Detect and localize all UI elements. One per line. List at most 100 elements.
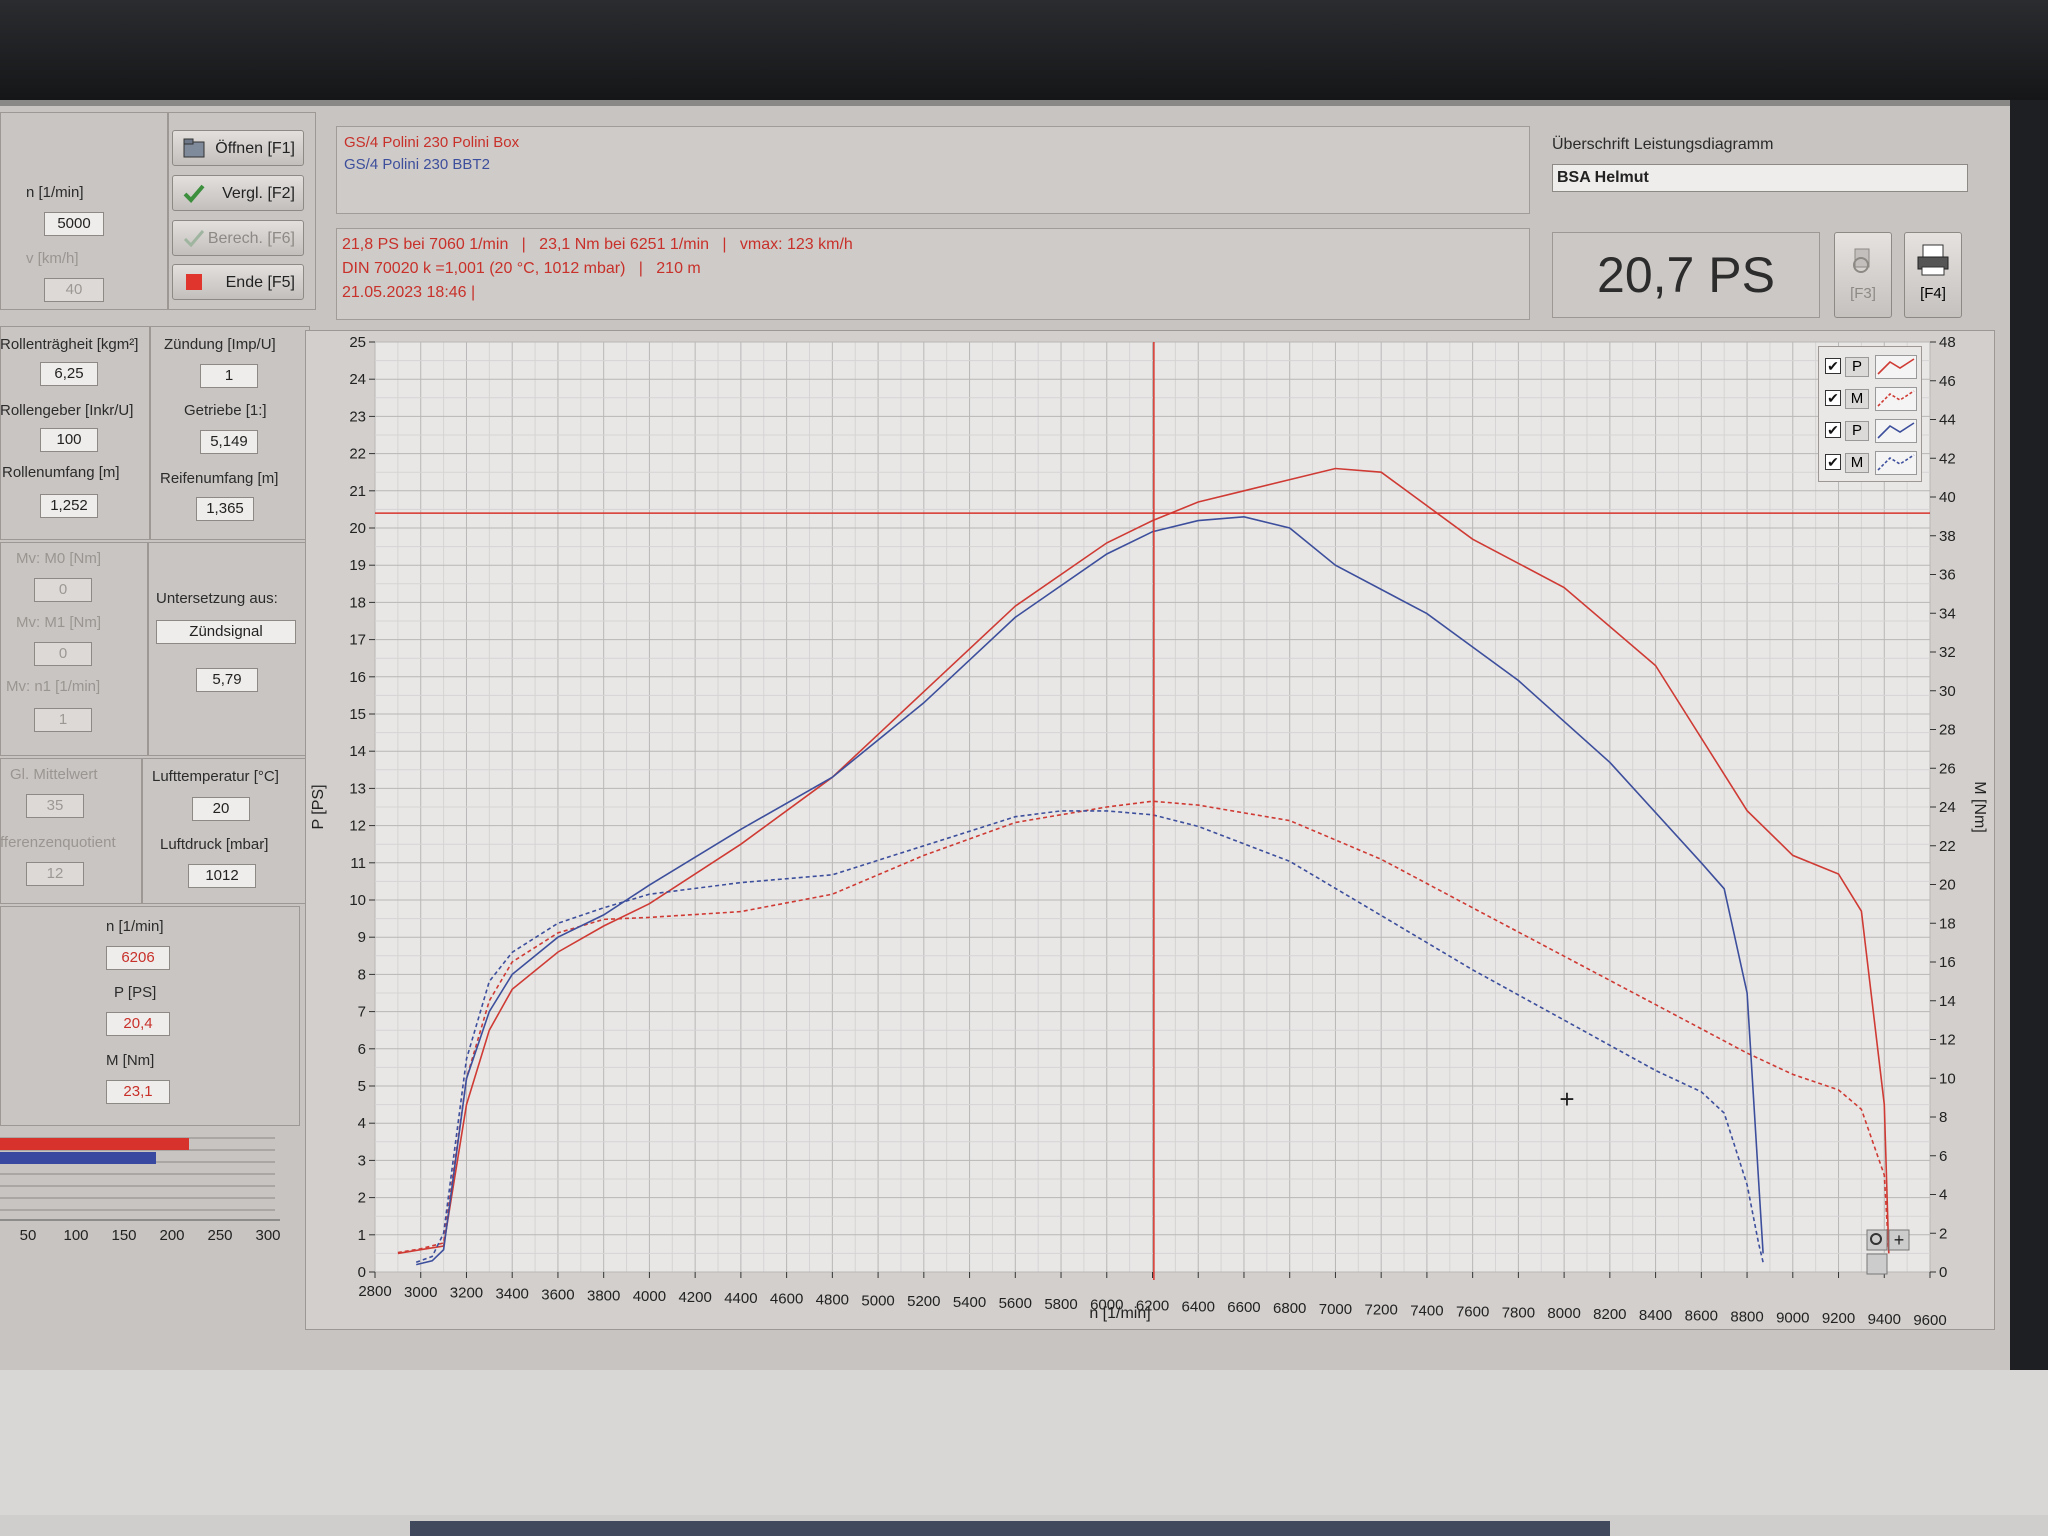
v-input[interactable]: 40 — [44, 278, 104, 302]
y2-tick-label: 44 — [1939, 412, 1956, 429]
x-tick-label: 7400 — [1410, 1303, 1443, 1320]
zoom-icon[interactable] — [1866, 1229, 1888, 1251]
legend-row[interactable]: ✔ M — [1823, 385, 1919, 413]
legend-swatch[interactable] — [1875, 451, 1917, 475]
reduction-value-input[interactable]: 5,79 — [196, 668, 258, 692]
x-tick-label: 5600 — [999, 1295, 1032, 1312]
open-button[interactable]: Öffnen [F1] — [172, 130, 304, 166]
diff-quot-label: fferenzenquotient — [0, 834, 116, 851]
f4-label: [F4] — [1920, 285, 1946, 302]
roll-inertia-input[interactable]: 6,25 — [40, 362, 98, 386]
y-tick-label: 22 — [349, 446, 366, 463]
file-blue[interactable]: GS/4 Polini 230 BBT2 — [344, 156, 490, 173]
mv-m1-label: Mv: M1 [Nm] — [16, 614, 101, 631]
diagram-title-input[interactable]: BSA Helmut — [1552, 164, 1968, 192]
y2-tick-label: 4 — [1939, 1187, 1947, 1204]
mv-m1-input[interactable]: 0 — [34, 642, 92, 666]
x-tick-label: 9000 — [1776, 1309, 1809, 1326]
x-tick-label: 9200 — [1822, 1310, 1855, 1327]
printer-icon — [1917, 244, 1949, 276]
y-tick-label: 6 — [358, 1041, 366, 1058]
compare-button[interactable]: Vergl. [F2] — [172, 175, 304, 211]
f4-button[interactable]: [F4] — [1904, 232, 1962, 318]
result-line-1: 21,8 PS bei 7060 1/min | 23,1 Nm bei 625… — [342, 236, 853, 253]
y-tick-label: 25 — [349, 334, 366, 351]
bar-scale-label: 50 — [20, 1227, 37, 1242]
open-label: Öffnen [F1] — [215, 140, 295, 157]
f3-button[interactable]: [F3] — [1834, 232, 1892, 318]
y-tick-label: 23 — [349, 408, 366, 425]
level-bars: 50 100 150 200 250 300 — [0, 1137, 280, 1242]
legend-checkbox[interactable]: ✔ — [1825, 454, 1841, 470]
y-tick-label: 4 — [358, 1115, 366, 1132]
y2-tick-label: 0 — [1939, 1264, 1947, 1281]
y-tick-label: 11 — [350, 855, 366, 872]
mv-n1-input[interactable]: 1 — [34, 708, 92, 732]
legend-checkbox[interactable]: ✔ — [1825, 358, 1841, 374]
taskbar-item[interactable] — [410, 1521, 1610, 1536]
y2-tick-label: 16 — [1939, 954, 1956, 971]
chart-legend: ✔ P ✔ M ✔ P ✔ M — [1818, 346, 1922, 482]
cursor-m-value: 23,1 — [106, 1080, 170, 1104]
ignition-input[interactable]: 1 — [200, 364, 258, 388]
legend-checkbox[interactable]: ✔ — [1825, 422, 1841, 438]
plus-icon: + — [1894, 1230, 1905, 1250]
y2-tick-label: 34 — [1939, 605, 1956, 622]
legend-row[interactable]: ✔ P — [1823, 417, 1919, 445]
power-display: 20,7 PS — [1552, 232, 1820, 318]
legend-row[interactable]: ✔ M — [1823, 449, 1919, 477]
y-tick-label: 13 — [349, 780, 366, 797]
roll-circ-label: Rollenumfang [m] — [2, 464, 120, 481]
n-input[interactable]: 5000 — [44, 212, 104, 236]
x-tick-label: 6800 — [1273, 1300, 1306, 1317]
y-tick-label: 10 — [349, 892, 366, 909]
pan-hand-icon[interactable] — [1866, 1253, 1888, 1275]
y2-tick-label: 10 — [1939, 1070, 1956, 1087]
x-tick-label: 8600 — [1685, 1308, 1718, 1325]
chart-area[interactable]: 2800 3000 3200 3400 3600 3800 4000 4200 4400 4600… — [305, 330, 1995, 1335]
x-tick-label: 6400 — [1182, 1298, 1215, 1315]
air-temp-label: Lufttemperatur [°C] — [152, 768, 279, 785]
y2-tick-label: 42 — [1939, 450, 1956, 467]
tire-circ-input[interactable]: 1,365 — [196, 497, 254, 521]
x-tick-label: 4800 — [816, 1292, 849, 1309]
x-tick-label: 8800 — [1730, 1309, 1763, 1326]
roll-encoder-input[interactable]: 100 — [40, 428, 98, 452]
y2-tick-label: 26 — [1939, 760, 1956, 777]
legend-label: M — [1845, 389, 1869, 409]
legend-swatch[interactable] — [1875, 419, 1917, 443]
y-tick-label: 3 — [358, 1152, 366, 1169]
gl-mean-input[interactable]: 35 — [26, 794, 84, 818]
x-tick-label: 5400 — [953, 1294, 986, 1311]
legend-checkbox[interactable]: ✔ — [1825, 390, 1841, 406]
y2-tick-label: 14 — [1939, 993, 1956, 1010]
air-press-input[interactable]: 1012 — [188, 864, 256, 888]
bar-scale-label: 200 — [159, 1227, 184, 1242]
y2-tick-label: 2 — [1939, 1225, 1947, 1242]
y2-tick-label: 28 — [1939, 722, 1956, 739]
file-red[interactable]: GS/4 Polini 230 Polini Box — [344, 134, 519, 151]
legend-swatch[interactable] — [1875, 355, 1917, 379]
red-level-bar — [0, 1138, 189, 1150]
roll-circ-input[interactable]: 1,252 — [40, 494, 98, 518]
air-temp-input[interactable]: 20 — [192, 797, 250, 821]
reduction-source-select[interactable]: Zündsignal — [156, 620, 296, 644]
y-tick-label: 17 — [349, 632, 366, 649]
gearbox-input[interactable]: 5,149 — [200, 430, 258, 454]
end-label: Ende [F5] — [225, 274, 295, 291]
mv-m0-input[interactable]: 0 — [34, 578, 92, 602]
legend-swatch[interactable] — [1875, 387, 1917, 411]
y-tick-label: 20 — [349, 520, 366, 537]
diff-quot-input[interactable]: 12 — [26, 862, 84, 886]
result-line-2: DIN 70020 k =1,001 (20 °C, 1012 mbar) | … — [342, 260, 701, 277]
calc-button[interactable]: Berech. [F6] — [172, 220, 304, 256]
dyno-chart[interactable]: 2800 3000 3200 3400 3600 3800 4000 4200 4400 4600… — [305, 330, 1995, 1330]
legend-row[interactable]: ✔ P — [1823, 353, 1919, 381]
y-tick-label: 7 — [358, 1004, 366, 1021]
x-tick-label: 8400 — [1639, 1307, 1672, 1324]
y-tick-label: 24 — [349, 371, 366, 388]
x-tick-label: 6600 — [1227, 1299, 1260, 1316]
bar-scale-label: 300 — [255, 1227, 280, 1242]
end-button[interactable]: Ende [F5] — [172, 264, 304, 300]
y-tick-label: 18 — [349, 594, 366, 611]
